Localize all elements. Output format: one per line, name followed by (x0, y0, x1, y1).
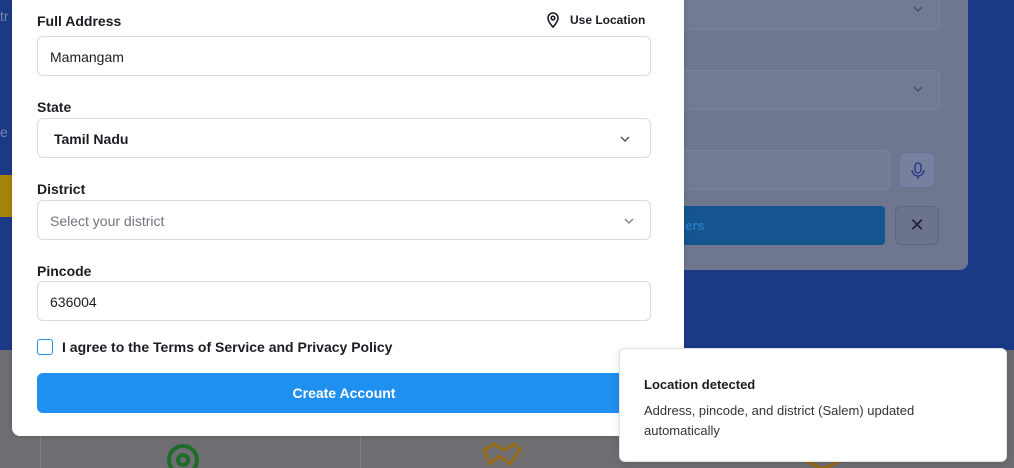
terms-checkbox[interactable] (37, 339, 53, 355)
background-search-input (680, 150, 890, 190)
chevron-down-icon (620, 136, 630, 143)
handshake-icon (482, 442, 522, 467)
pincode-label: Pincode (37, 263, 92, 279)
state-label: State (37, 99, 72, 115)
background-text-fragment: e (0, 124, 8, 140)
district-placeholder: Select your district (50, 213, 165, 229)
pincode-input[interactable]: 636004 (37, 281, 651, 321)
toast-description: Address, pincode, and district (Salem) u… (644, 403, 915, 438)
chevron-down-icon (913, 86, 923, 93)
full-address-value: Mamangam (50, 49, 124, 65)
background-select (680, 70, 940, 110)
map-pin-icon (547, 12, 559, 28)
close-icon: ✕ (909, 215, 925, 235)
registration-modal: Full Address Use Location Mamangam State… (12, 0, 684, 436)
background-button-label: ers (685, 218, 705, 233)
chevron-down-icon (624, 218, 634, 225)
terms-row: I agree to the Terms of Service and Priv… (37, 339, 392, 355)
microphone-icon (911, 162, 925, 179)
state-value: Tamil Nadu (54, 131, 129, 147)
background-mic-button (899, 152, 935, 188)
use-location-label: Use Location (570, 13, 646, 27)
background-select (680, 0, 940, 30)
full-address-label: Full Address (37, 13, 122, 29)
toast-title: Location detected (644, 377, 756, 392)
chevron-down-icon (913, 6, 923, 13)
state-select[interactable]: Tamil Nadu (37, 118, 651, 158)
terms-label[interactable]: I agree to the Terms of Service and Priv… (62, 339, 392, 355)
background-text-fragment: tr (0, 8, 9, 24)
pincode-value: 636004 (50, 294, 97, 310)
location-toast: Location detected Address, pincode, and … (619, 348, 1007, 462)
background-close-button: ✕ (895, 206, 939, 245)
create-account-button[interactable]: Create Account (37, 373, 651, 413)
full-address-input[interactable]: Mamangam (37, 36, 651, 76)
district-select[interactable]: Select your district (37, 200, 651, 240)
district-label: District (37, 181, 86, 197)
location-target-icon (167, 444, 199, 468)
use-location-button[interactable]: Use Location (546, 12, 645, 28)
